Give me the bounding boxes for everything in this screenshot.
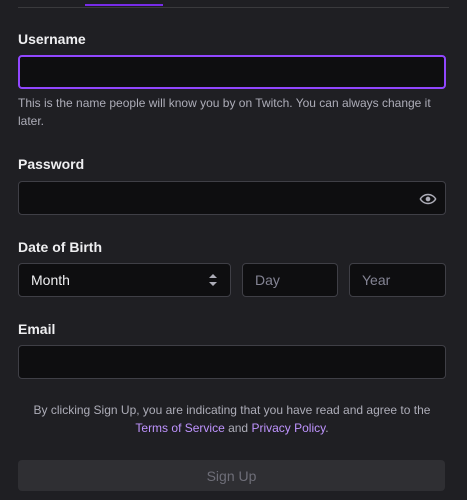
tab-strip (18, 0, 449, 8)
email-field-wrapper (18, 345, 446, 379)
privacy-policy-link[interactable]: Privacy Policy (251, 421, 325, 435)
day-field-wrapper (242, 263, 338, 297)
username-hint: This is the name people will know you by… (18, 96, 431, 128)
eye-icon[interactable] (419, 190, 437, 208)
terms-of-service-link[interactable]: Terms of Service (135, 421, 224, 435)
terms-notice: By clicking Sign Up, you are indicating … (18, 401, 446, 437)
terms-text-end: . (325, 421, 329, 435)
month-select-value: Month (31, 272, 70, 288)
password-field-wrapper (18, 181, 446, 215)
username-input[interactable] (20, 57, 444, 87)
month-select[interactable]: Month (18, 263, 231, 297)
year-input[interactable] (350, 264, 445, 296)
email-label: Email (18, 321, 56, 337)
day-input[interactable] (243, 264, 337, 296)
email-input[interactable] (19, 346, 445, 378)
password-label: Password (18, 156, 85, 172)
dob-label: Date of Birth (18, 239, 102, 255)
username-field-wrapper (18, 55, 446, 89)
sign-up-button[interactable]: Sign Up (18, 460, 445, 491)
password-input[interactable] (19, 182, 445, 214)
updown-chevron-icon (209, 274, 217, 286)
terms-text-before: By clicking Sign Up, you are indicating … (33, 403, 431, 417)
terms-text-and: and (224, 421, 252, 435)
year-field-wrapper (349, 263, 446, 297)
active-tab-indicator (85, 4, 163, 6)
username-label: Username (18, 31, 86, 47)
